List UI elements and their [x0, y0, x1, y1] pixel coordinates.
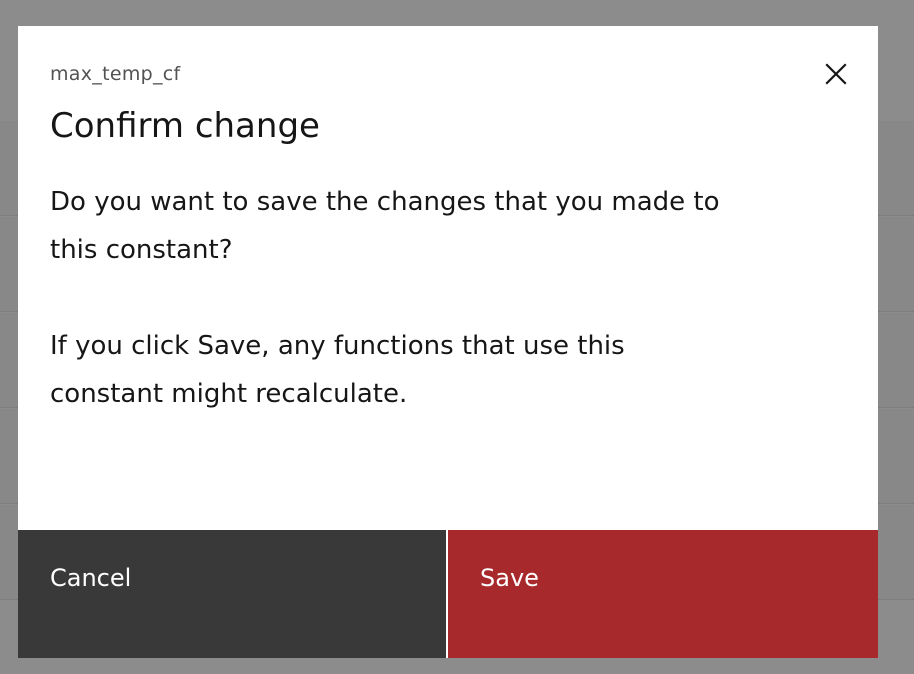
cancel-button[interactable]: Cancel — [18, 530, 446, 658]
modal-footer: Cancel Save — [18, 530, 878, 658]
close-button[interactable] — [812, 54, 860, 94]
confirm-change-dialog: max_temp_cf Confirm change Do you want t… — [18, 26, 878, 658]
modal-body: Do you want to save the changes that you… — [50, 178, 810, 418]
modal-title: Confirm change — [50, 106, 320, 146]
close-icon — [825, 63, 847, 85]
modal-message: If you click Save, any functions that us… — [50, 331, 625, 409]
modal-label: max_temp_cf — [50, 63, 181, 85]
modal-message: Do you want to save the changes that you… — [50, 187, 720, 265]
save-button[interactable]: Save — [448, 530, 878, 658]
